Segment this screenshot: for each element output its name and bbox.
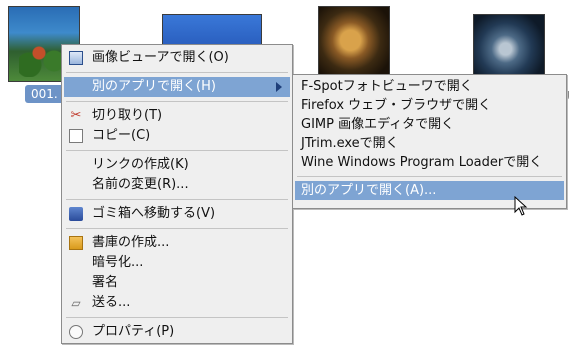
submenu-arrow-icon (276, 82, 282, 92)
archive-icon (69, 236, 83, 250)
menu-item-label: 名前の変更(R)... (92, 177, 189, 192)
file-label-001[interactable]: 001. (25, 85, 64, 103)
submenu-item-label: JTrim.exeで開く (301, 136, 399, 151)
menu-item-label: 送る... (92, 295, 131, 310)
menu-item-send-to[interactable]: ▱ 送る... (64, 293, 290, 313)
mouse-cursor-icon (514, 196, 528, 216)
copy-icon (69, 129, 83, 143)
menu-item-make-link[interactable]: リンクの作成(K) (64, 155, 290, 175)
menu-item-label: プロパティ(P) (92, 324, 175, 339)
send-icon: ▱ (71, 296, 81, 310)
menu-separator (66, 317, 288, 318)
submenu-item-label: GIMP 画像エディタで開く (301, 117, 455, 132)
menu-item-label: 署名 (92, 275, 119, 290)
menu-separator (297, 176, 562, 177)
menu-separator (66, 228, 288, 229)
menu-item-label: 別のアプリで開く(H) (92, 79, 216, 94)
menu-separator (66, 101, 288, 102)
submenu-item-label: Wine Windows Program Loaderで開く (301, 155, 543, 170)
context-menu: 画像ビューアで開く(O) 別のアプリで開く(H) ✂ 切り取り(T) コピー(C… (61, 44, 293, 344)
image-viewer-icon (69, 51, 83, 65)
menu-item-properties[interactable]: プロパティ(P) (64, 322, 290, 342)
menu-item-label: コピー(C) (92, 128, 151, 143)
scissors-icon: ✂ (70, 108, 82, 123)
menu-item-label: 切り取り(T) (92, 108, 163, 123)
menu-item-open-image-viewer[interactable]: 画像ビューアで開く(O) (64, 48, 290, 68)
menu-separator (66, 72, 288, 73)
open-with-submenu: F-Spotフォトビューワで開く Firefox ウェブ・ブラウザで開く GIM… (292, 74, 567, 209)
menu-item-label: 書庫の作成... (92, 235, 170, 250)
menu-separator (66, 150, 288, 151)
menu-item-move-to-trash[interactable]: ゴミ箱へ移動する(V) (64, 204, 290, 224)
menu-item-rename[interactable]: 名前の変更(R)... (64, 175, 290, 195)
submenu-item-gimp[interactable]: GIMP 画像エディタで開く (295, 115, 564, 134)
menu-item-cut[interactable]: ✂ 切り取り(T) (64, 106, 290, 126)
submenu-item-label: Firefox ウェブ・ブラウザで開く (301, 98, 492, 113)
menu-item-sign[interactable]: 署名 (64, 273, 290, 293)
file-thumbnail-3[interactable] (318, 6, 390, 82)
submenu-item-label: 別のアプリで開く(A)... (301, 183, 437, 198)
menu-item-label: 暗号化... (92, 255, 144, 270)
submenu-item-label: F-Spotフォトビューワで開く (301, 79, 473, 94)
menu-item-label: ゴミ箱へ移動する(V) (92, 206, 216, 221)
menu-item-label: リンクの作成(K) (92, 157, 189, 172)
submenu-item-wine[interactable]: Wine Windows Program Loaderで開く (295, 153, 564, 172)
trash-icon (69, 207, 83, 221)
menu-separator (66, 199, 288, 200)
submenu-item-firefox[interactable]: Firefox ウェブ・ブラウザで開く (295, 96, 564, 115)
submenu-item-jtrim[interactable]: JTrim.exeで開く (295, 134, 564, 153)
menu-item-encrypt[interactable]: 暗号化... (64, 253, 290, 273)
properties-icon (69, 325, 83, 339)
menu-item-label: 画像ビューアで開く(O) (92, 50, 229, 65)
menu-item-copy[interactable]: コピー(C) (64, 126, 290, 146)
menu-item-create-archive[interactable]: 書庫の作成... (64, 233, 290, 253)
file-thumbnail-2[interactable] (162, 14, 262, 46)
menu-item-open-with[interactable]: 別のアプリで開く(H) (64, 77, 290, 97)
submenu-item-fspot[interactable]: F-Spotフォトビューワで開く (295, 77, 564, 96)
